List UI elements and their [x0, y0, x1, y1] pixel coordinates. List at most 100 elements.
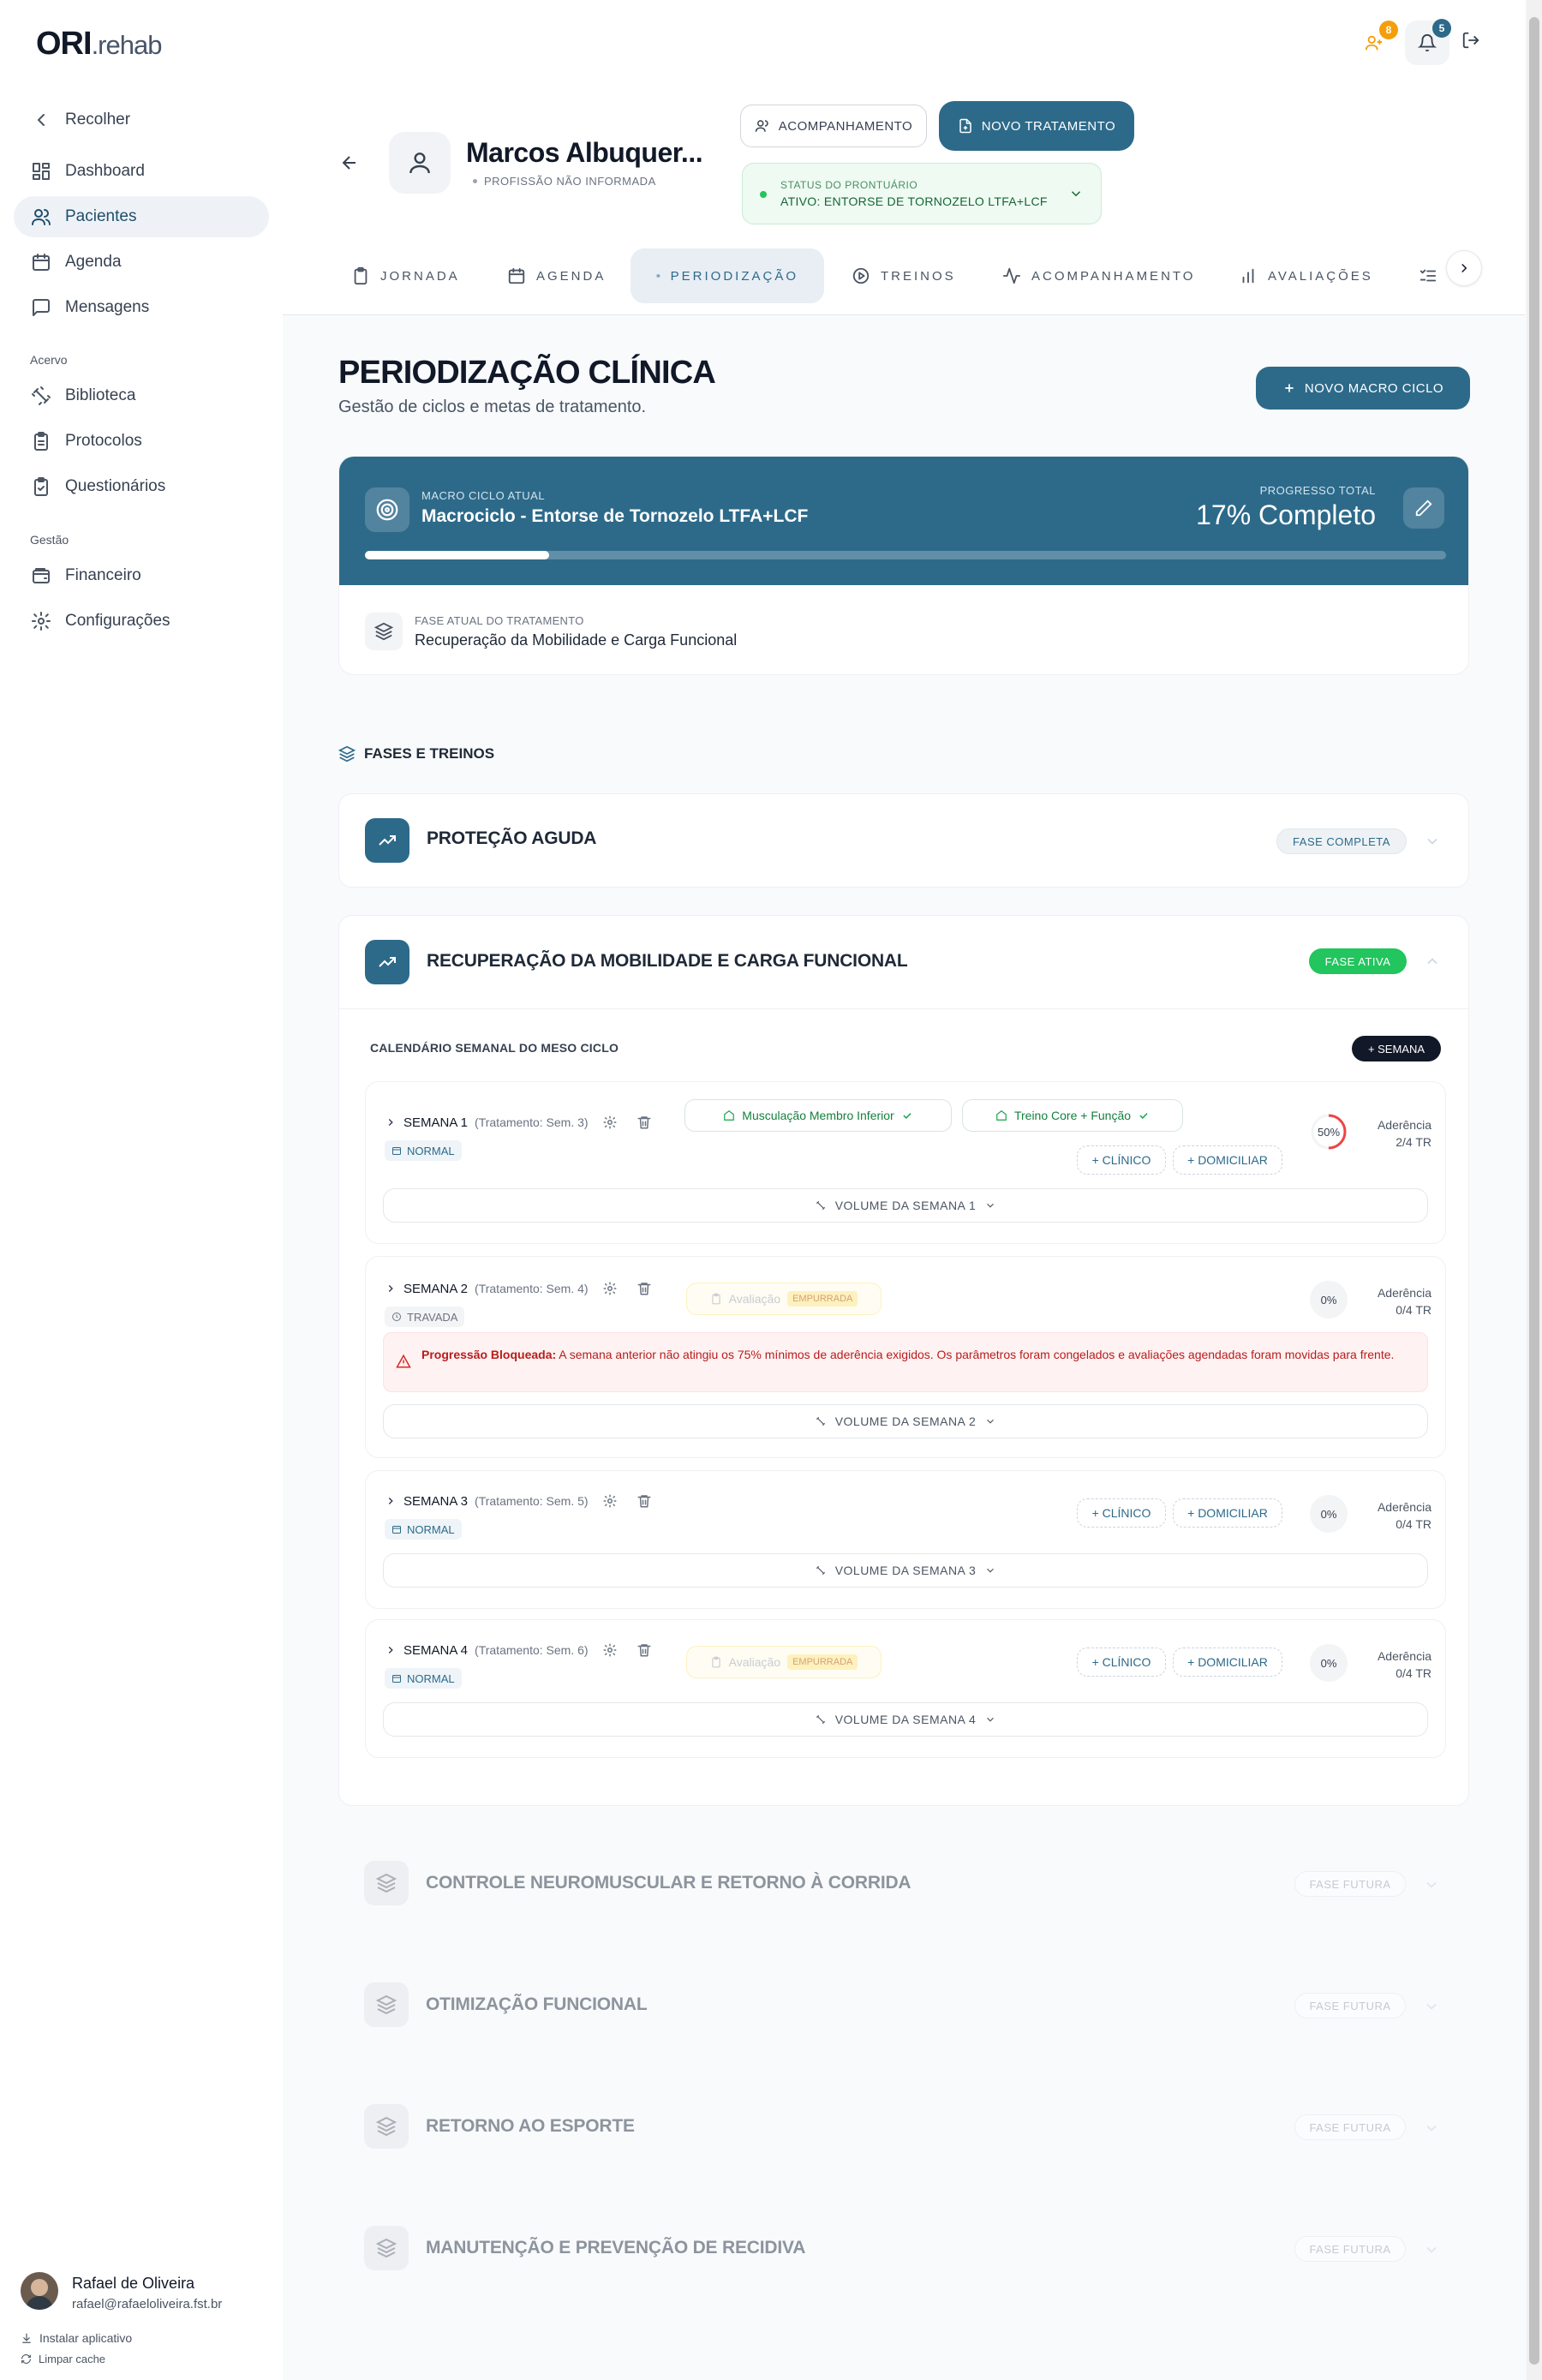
- trash-icon[interactable]: [637, 1642, 652, 1658]
- sidebar-collapse[interactable]: Recolher: [14, 99, 269, 141]
- sidebar-item-configuracoes[interactable]: Configurações: [14, 601, 269, 642]
- phases-heading-text: FASES E TREINOS: [364, 745, 495, 762]
- chevron-down-icon[interactable]: [1424, 833, 1441, 850]
- week-header[interactable]: SEMANA 2 (Tratamento: Sem. 4): [385, 1281, 652, 1296]
- adherence-info: Aderência 0/4 TR: [1342, 1498, 1431, 1533]
- phase-title: PROTEÇÃO AGUDA: [427, 828, 597, 848]
- progress-track: [365, 551, 1446, 559]
- tab-avaliacoes[interactable]: AVALIAÇÕES: [1239, 248, 1373, 303]
- clipboard-icon: [711, 1293, 720, 1305]
- trash-icon[interactable]: [637, 1281, 652, 1296]
- chevron-down-icon: [1426, 2246, 1437, 2253]
- chevron-right-icon: [388, 1118, 393, 1127]
- calendar-icon: [392, 1675, 401, 1683]
- sidebar-item-protocolos[interactable]: Protocolos: [14, 421, 269, 462]
- settings-icon[interactable]: [602, 1642, 618, 1658]
- trash-icon[interactable]: [637, 1493, 652, 1509]
- week-volume-toggle[interactable]: VOLUME DA SEMANA 4: [383, 1702, 1428, 1737]
- evaluation-chip[interactable]: Avaliação EMPURRADA: [686, 1646, 882, 1678]
- dumbbell-icon: [816, 1714, 825, 1725]
- new-macro-cycle-button[interactable]: NOVO MACRO CICLO: [1256, 367, 1470, 410]
- week-volume-toggle[interactable]: VOLUME DA SEMANA 3: [383, 1553, 1428, 1588]
- avatar[interactable]: [21, 2272, 58, 2310]
- phase-status-badge: FASE FUTURA: [1294, 1871, 1406, 1897]
- week-title: SEMANA 4: [403, 1642, 469, 1658]
- follow-up-button[interactable]: ACOMPANHAMENTO: [740, 105, 927, 147]
- dumbbell-icon: [816, 1416, 825, 1426]
- tabs-scroll-right-button[interactable]: [1446, 250, 1482, 286]
- week-type-tag: NORMAL: [385, 1140, 462, 1161]
- adherence-count: 2/4 TR: [1396, 1135, 1431, 1149]
- week-title: SEMANA 2: [403, 1281, 469, 1296]
- settings-icon[interactable]: [602, 1115, 618, 1130]
- new-treatment-label: NOVO TRATAMENTO: [981, 118, 1116, 134]
- tab-jornada[interactable]: JORNADA: [351, 248, 460, 303]
- volume-label: VOLUME DA SEMANA 3: [834, 1564, 977, 1577]
- tab-agenda[interactable]: AGENDA: [507, 248, 606, 303]
- back-button[interactable]: [339, 152, 360, 173]
- phase-card-future[interactable]: RETORNO AO ESPORTE FASE FUTURA: [338, 2084, 1469, 2169]
- phase-card-future[interactable]: MANUTENÇÃO E PREVENÇÃO DE RECIDIVA FASE …: [338, 2205, 1469, 2291]
- sidebar-item-label: Pacientes: [65, 207, 137, 225]
- scrollbar-thumb[interactable]: [1529, 17, 1539, 2365]
- week-type-tag: NORMAL: [385, 1519, 462, 1540]
- settings-icon[interactable]: [602, 1493, 618, 1509]
- training-chip[interactable]: Musculação Membro Inferior: [684, 1099, 952, 1132]
- tab-periodizacao[interactable]: PERIODIZAÇÃO: [631, 248, 824, 303]
- add-home-button[interactable]: + DOMICILIAR: [1173, 1647, 1282, 1677]
- week-card: SEMANA 2 (Tratamento: Sem. 4) TRAVADA Av…: [365, 1256, 1446, 1458]
- phase-card-future[interactable]: CONTROLE NEUROMUSCULAR E RETORNO À CORRI…: [338, 1840, 1469, 1926]
- add-week-button[interactable]: + SEMANA: [1352, 1036, 1441, 1061]
- logout-button[interactable]: [1461, 31, 1480, 50]
- add-clinic-button[interactable]: + CLÍNICO: [1077, 1145, 1166, 1175]
- evaluation-label: Avaliação: [728, 1655, 781, 1669]
- trash-icon[interactable]: [637, 1115, 652, 1130]
- patient-profession: PROFISSÃO NÃO INFORMADA: [473, 175, 656, 188]
- clock-icon: [392, 1313, 401, 1321]
- add-home-button[interactable]: + DOMICILIAR: [1173, 1145, 1282, 1175]
- app-logo[interactable]: ORI.rehab: [36, 26, 162, 63]
- gear-icon: [32, 612, 51, 631]
- clear-cache-link[interactable]: Limpar cache: [21, 2353, 105, 2365]
- week-subtitle: (Tratamento: Sem. 3): [475, 1115, 589, 1129]
- week-header[interactable]: SEMANA 3 (Tratamento: Sem. 5): [385, 1493, 652, 1509]
- chevron-down-icon: [987, 1419, 995, 1424]
- week-header[interactable]: SEMANA 1 (Tratamento: Sem. 3): [385, 1115, 652, 1130]
- phase-card[interactable]: PROTEÇÃO AGUDA FASE COMPLETA: [338, 793, 1469, 888]
- week-title: SEMANA 3: [403, 1493, 469, 1509]
- chevron-up-icon[interactable]: [1424, 953, 1441, 970]
- settings-icon[interactable]: [602, 1281, 618, 1296]
- phase-card-future[interactable]: OTIMIZAÇÃO FUNCIONAL FASE FUTURA: [338, 1962, 1469, 2048]
- adherence-info: Aderência 0/4 TR: [1342, 1284, 1431, 1319]
- sidebar-item-mensagens[interactable]: Mensagens: [14, 287, 269, 328]
- calendar-heading: CALENDÁRIO SEMANAL DO MESO CICLO: [370, 1041, 619, 1055]
- sidebar-item-agenda[interactable]: Agenda: [14, 242, 269, 283]
- week-volume-toggle[interactable]: VOLUME DA SEMANA 2: [383, 1404, 1428, 1438]
- sidebar-item-biblioteca[interactable]: Biblioteca: [14, 375, 269, 416]
- training-chip[interactable]: Treino Core + Função: [962, 1099, 1183, 1132]
- tab-more[interactable]: [1419, 248, 1437, 303]
- add-home-button[interactable]: + DOMICILIAR: [1173, 1498, 1282, 1528]
- add-clinic-button[interactable]: + CLÍNICO: [1077, 1498, 1166, 1528]
- tab-treinos[interactable]: TREINOS: [852, 248, 956, 303]
- week-volume-toggle[interactable]: VOLUME DA SEMANA 1: [383, 1188, 1428, 1223]
- alert-title: Progressão Bloqueada:: [421, 1348, 557, 1361]
- edit-macro-button[interactable]: [1403, 487, 1444, 529]
- evaluation-chip[interactable]: Avaliação EMPURRADA: [686, 1283, 882, 1315]
- user-requests-button[interactable]: 8: [1355, 21, 1398, 62]
- install-app-link[interactable]: Instalar aplicativo: [21, 2331, 132, 2345]
- new-treatment-button[interactable]: NOVO TRATAMENTO: [939, 101, 1134, 151]
- profession-text: PROFISSÃO NÃO INFORMADA: [484, 175, 656, 188]
- notifications-button[interactable]: 5: [1405, 19, 1451, 65]
- sidebar-item-pacientes[interactable]: Pacientes: [14, 196, 269, 237]
- record-status-select[interactable]: STATUS DO PRONTUÁRIO ATIVO: ENTORSE DE T…: [742, 163, 1102, 224]
- sidebar-item-questionarios[interactable]: Questionários: [14, 466, 269, 507]
- status-dot: [760, 191, 767, 198]
- target-icon: [656, 274, 660, 278]
- sidebar-item-label: Financeiro: [65, 566, 141, 584]
- sidebar-item-financeiro[interactable]: Financeiro: [14, 555, 269, 596]
- add-clinic-button[interactable]: + CLÍNICO: [1077, 1647, 1166, 1677]
- sidebar-item-dashboard[interactable]: Dashboard: [14, 151, 269, 192]
- week-header[interactable]: SEMANA 4 (Tratamento: Sem. 6): [385, 1642, 652, 1658]
- tab-acompanhamento[interactable]: ACOMPANHAMENTO: [1002, 248, 1195, 303]
